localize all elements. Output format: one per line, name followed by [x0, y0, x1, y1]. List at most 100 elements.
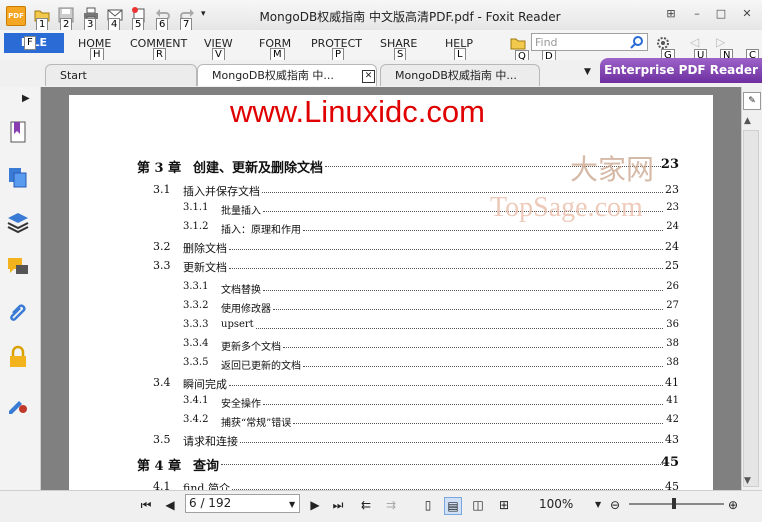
toc-leader-dots — [229, 268, 663, 269]
zoom-dropdown-icon[interactable]: ▼ — [595, 500, 601, 509]
toc-section-row[interactable]: 3.4.1 安全操作 41 — [69, 395, 713, 411]
foxit-app-icon[interactable]: PDF — [6, 6, 26, 26]
maximize-button[interactable]: □ — [712, 6, 730, 22]
toc-page-number: 45 — [665, 480, 679, 490]
toc-leader-dots — [283, 347, 663, 348]
toc-page-number: 23 — [665, 183, 679, 196]
facing-page-icon[interactable]: ◫ — [470, 497, 486, 513]
toc-number: 3.3 — [153, 259, 171, 272]
minimize-button[interactable]: – — [688, 6, 706, 22]
toc-leader-dots — [229, 249, 663, 250]
find-options-icon[interactable] — [510, 35, 526, 51]
toc-page-number: 41 — [665, 376, 679, 389]
toc-section-row[interactable]: 4.1 find 简介 45 — [69, 480, 713, 490]
toc-title: 捕获“常规”错误 — [221, 418, 292, 429]
toc-chapter-row[interactable]: 第 4 章查询 45 — [69, 455, 713, 474]
toc-number: 3.4.2 — [183, 414, 209, 425]
forward-arrow-icon[interactable]: ▷ — [716, 35, 728, 49]
pages-icon[interactable] — [6, 165, 30, 189]
layers-icon[interactable] — [6, 210, 30, 234]
first-page-button[interactable]: ⏮ — [138, 497, 154, 513]
page-dropdown-icon[interactable]: ▼ — [289, 500, 295, 509]
toc-section-row[interactable]: 3.4 瞬间完成 41 — [69, 376, 713, 392]
zoom-slider[interactable] — [629, 503, 724, 505]
comments-icon[interactable] — [6, 255, 30, 279]
toc-title: 插入：原理和作用 — [221, 225, 301, 236]
toc-title: 批量插入 — [221, 206, 261, 217]
back-arrow-icon[interactable]: ◁ — [690, 35, 702, 49]
toc-page-number: 38 — [666, 357, 679, 368]
toc-leader-dots — [303, 230, 663, 231]
zoom-in-button[interactable]: ⊕ — [725, 497, 741, 513]
zoom-out-button[interactable]: ⊖ — [607, 497, 623, 513]
tab-start[interactable]: Start — [45, 64, 197, 86]
close-button[interactable]: ✕ — [738, 6, 756, 22]
continuous-facing-icon[interactable]: ⊞ — [496, 497, 512, 513]
toc-leader-dots — [221, 464, 663, 465]
toc-section-row[interactable]: 3.3.3 upsert 36 — [69, 319, 713, 335]
scroll-down-icon[interactable]: ▼ — [744, 476, 751, 486]
last-page-button[interactable]: ⏭ — [330, 497, 346, 513]
previous-view-button[interactable]: ⇇ — [358, 497, 374, 513]
toc-title: 创建、更新及删除文档 — [193, 161, 324, 176]
toc-page-number: 23 — [666, 202, 679, 213]
scrollbar-track[interactable] — [743, 130, 759, 487]
toc-title: 使用修改器 — [221, 304, 271, 315]
toc-section-row[interactable]: 3.3.2 使用修改器 27 — [69, 300, 713, 316]
toc-page-number: 36 — [666, 319, 679, 330]
toc-number: 3.3.4 — [183, 338, 209, 349]
toc-number: 3.3.2 — [183, 300, 209, 311]
ribbon-toggle-button[interactable]: ⊞ — [662, 6, 680, 22]
toc-page-number: 25 — [665, 259, 679, 272]
toc-section-row[interactable]: 3.5 请求和连接 43 — [69, 433, 713, 449]
watermark-chinese: 大家网 — [570, 153, 655, 186]
single-page-icon[interactable]: ▯ — [420, 497, 436, 513]
watermark-brand: TopSage.com — [490, 192, 643, 223]
toc-number: 3.1.2 — [183, 221, 209, 232]
toc-number: 3.3.1 — [183, 281, 209, 292]
toc-leader-dots — [293, 423, 663, 424]
bookmark-icon[interactable] — [6, 120, 30, 144]
zoom-level[interactable]: 100% — [539, 497, 573, 511]
previous-page-button[interactable]: ◀ — [162, 497, 178, 513]
toc-number: 3.1 — [153, 183, 171, 196]
view-options-icon[interactable]: ✎ — [743, 92, 761, 110]
toc-title: upsert — [221, 319, 254, 330]
toc-page-number: 27 — [666, 300, 679, 311]
toc-section-row[interactable]: 3.3.5 返回已更新的文档 38 — [69, 357, 713, 373]
toc-page-number: 41 — [666, 395, 679, 406]
search-icon[interactable] — [630, 35, 644, 49]
page-number-input[interactable]: 6 / 192 — [185, 494, 300, 513]
customize-quick-access-icon[interactable]: ▾ — [201, 9, 206, 19]
tab-list-dropdown-icon[interactable]: ▼ — [584, 67, 591, 77]
signature-icon[interactable] — [6, 392, 30, 416]
toc-title: 查询 — [193, 459, 220, 474]
expand-panel-icon[interactable]: ▶ — [22, 93, 30, 104]
scroll-up-icon[interactable]: ▲ — [744, 116, 751, 126]
lock-icon[interactable] — [6, 345, 30, 369]
toc-title: 文档替换 — [221, 285, 261, 296]
zoom-slider-thumb[interactable] — [672, 498, 676, 509]
tab-label: Start — [60, 69, 87, 82]
toc-leader-dots — [273, 309, 663, 310]
enterprise-pdf-reader-button[interactable]: Enterprise PDF Reader — [600, 58, 762, 83]
toc-page-number: 23 — [660, 157, 679, 172]
toc-section-row[interactable]: 3.4.2 捕获“常规”错误 42 — [69, 414, 713, 430]
toc-section-row[interactable]: 3.3.1 文档替换 26 — [69, 281, 713, 297]
attachment-icon[interactable] — [6, 300, 30, 324]
continuous-page-icon[interactable]: ▤ — [444, 497, 462, 515]
next-view-button[interactable]: ⇉ — [383, 497, 399, 513]
toc-number: 3.4.1 — [183, 395, 209, 406]
tab-document-active[interactable]: MongoDB权威指南 中... ✕ — [197, 64, 377, 86]
tab-document[interactable]: MongoDB权威指南 中... — [380, 64, 540, 86]
toc-section-row[interactable]: 3.3 更新文档 25 — [69, 259, 713, 275]
window-title: MongoDB权威指南 中文版高清PDF.pdf - Foxit Reader — [259, 10, 561, 24]
toc-leader-dots — [263, 404, 663, 405]
toc-page-number: 24 — [665, 240, 679, 253]
next-page-button[interactable]: ▶ — [307, 497, 323, 513]
toc-section-row[interactable]: 3.2 删除文档 24 — [69, 240, 713, 256]
close-tab-icon[interactable]: ✕ — [362, 70, 375, 83]
key-tip: F — [24, 36, 36, 50]
toc-section-row[interactable]: 3.3.4 更新多个文档 38 — [69, 338, 713, 354]
toc-number: 第 3 章 — [137, 161, 182, 176]
